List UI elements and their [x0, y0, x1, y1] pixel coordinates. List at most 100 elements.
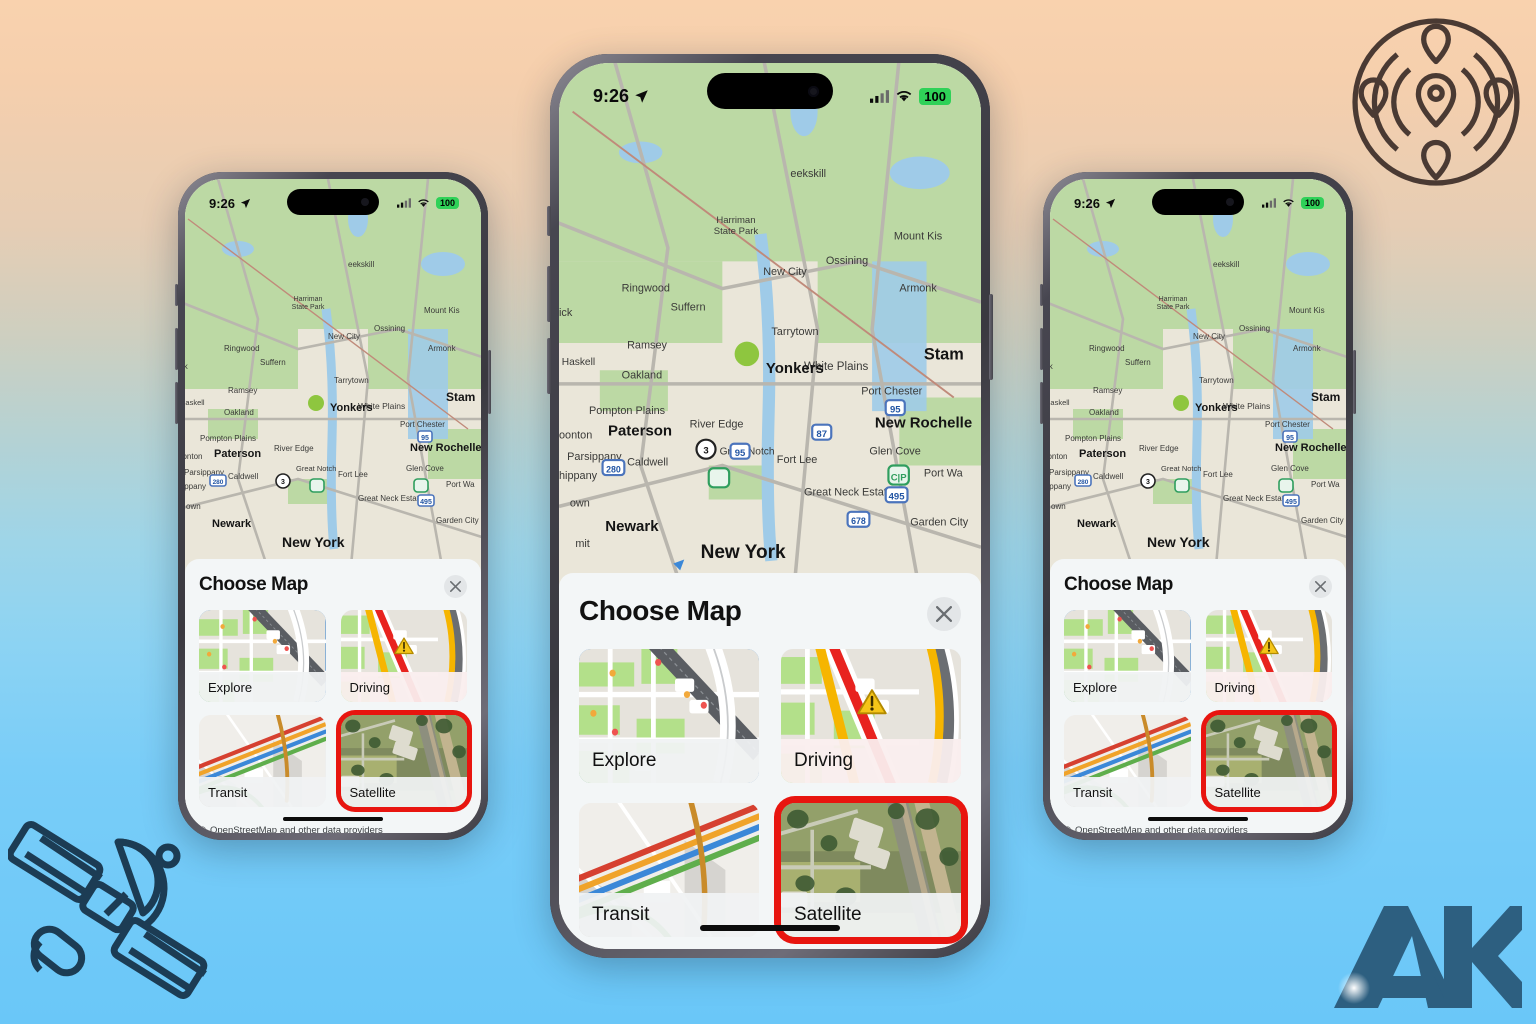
- svg-text:Oakland: Oakland: [622, 369, 663, 381]
- svg-text:State Park: State Park: [1157, 304, 1190, 311]
- svg-text:Caldwell: Caldwell: [228, 472, 258, 481]
- map-style-explore[interactable]: Explore: [579, 649, 759, 783]
- cellular-signal-icon: [396, 198, 411, 208]
- cellular-signal-icon: [870, 89, 890, 103]
- phone-left: Harriman State Park Ringwood Suffern New…: [175, 172, 491, 840]
- volume-down-button[interactable]: [547, 338, 551, 394]
- choose-map-sheet: Choose Map Explore Driving Transit Satel…: [559, 573, 981, 949]
- map-style-explore[interactable]: Explore: [1064, 610, 1191, 702]
- svg-text:Pompton Plains: Pompton Plains: [200, 434, 256, 443]
- svg-text:Mount Kis: Mount Kis: [1289, 306, 1325, 315]
- svg-text:own: own: [570, 497, 590, 509]
- status-time: 9:26: [1074, 195, 1101, 211]
- svg-text:Newark: Newark: [605, 518, 659, 535]
- volume-down-button[interactable]: [1040, 382, 1043, 424]
- page-title: Choose Map: [579, 595, 742, 626]
- svg-text:Ramsey: Ramsey: [1093, 386, 1122, 395]
- volume-up-button[interactable]: [1040, 328, 1043, 370]
- map-style-label: Explore: [1064, 672, 1191, 702]
- map-style-label: Transit: [1064, 777, 1191, 807]
- attribution-text: OpenStreetMap and other data providers: [210, 825, 383, 833]
- battery-badge: 100: [435, 197, 459, 209]
- power-button[interactable]: [488, 350, 491, 414]
- map-style-explore[interactable]: Explore: [199, 610, 326, 702]
- location-arrow-icon: [1105, 198, 1116, 208]
- map-style-transit[interactable]: Transit: [1064, 715, 1191, 807]
- svg-text:280: 280: [1078, 479, 1089, 486]
- map-style-satellite[interactable]: Satellite: [340, 715, 467, 807]
- svg-text:Caldwell: Caldwell: [627, 457, 668, 469]
- volume-up-button[interactable]: [547, 266, 551, 322]
- svg-text:Mount Kis: Mount Kis: [424, 306, 460, 315]
- attribution-link[interactable]: © OpenStreetMap and other data providers: [1064, 825, 1332, 833]
- svg-text:Ringwood: Ringwood: [224, 344, 260, 353]
- svg-text:River Edge: River Edge: [1139, 444, 1179, 453]
- svg-text:River Edge: River Edge: [690, 418, 744, 430]
- svg-text:Glen Cove: Glen Cove: [869, 446, 920, 458]
- svg-text:Armonk: Armonk: [899, 282, 937, 294]
- phone-center: Harriman State Park Ringwood Suffern New…: [547, 54, 993, 958]
- svg-text:Yonkers: Yonkers: [330, 402, 373, 414]
- attribution-link[interactable]: © OpenStreetMap and other data providers: [199, 825, 467, 833]
- svg-text:Tarrytown: Tarrytown: [1199, 376, 1234, 385]
- power-button[interactable]: [1353, 350, 1356, 414]
- svg-text:eekskill: eekskill: [1213, 260, 1239, 269]
- volume-down-button[interactable]: [175, 382, 178, 424]
- map-style-satellite[interactable]: Satellite: [1205, 715, 1332, 807]
- cellular-signal-icon: [1261, 198, 1276, 208]
- map-style-label: Driving: [1205, 672, 1332, 702]
- map-style-transit[interactable]: Transit: [579, 803, 759, 937]
- map-style-label: Satellite: [340, 777, 467, 807]
- svg-text:Haskell: Haskell: [1050, 398, 1070, 407]
- svg-text:95: 95: [890, 404, 901, 415]
- svg-text:3: 3: [1146, 479, 1150, 486]
- map-style-label: Explore: [199, 672, 326, 702]
- svg-text:Yonkers: Yonkers: [766, 360, 824, 377]
- svg-text:Suffern: Suffern: [671, 301, 706, 313]
- power-button[interactable]: [989, 294, 993, 380]
- dynamic-island: [287, 189, 379, 215]
- copyright-symbol: ©: [1064, 825, 1071, 833]
- home-indicator[interactable]: [700, 925, 840, 931]
- svg-text:Paterson: Paterson: [1079, 448, 1126, 460]
- svg-text:Haskell: Haskell: [562, 357, 595, 368]
- home-indicator[interactable]: [283, 817, 383, 821]
- map-style-driving[interactable]: Driving: [340, 610, 467, 702]
- close-button[interactable]: [444, 575, 467, 598]
- silent-switch[interactable]: [1040, 284, 1043, 306]
- phone-right: Harriman State Park Ringwood Suffern New…: [1040, 172, 1356, 840]
- volume-up-button[interactable]: [175, 328, 178, 370]
- svg-text:Mount Kis: Mount Kis: [894, 231, 943, 243]
- svg-text:95: 95: [735, 448, 746, 459]
- close-button[interactable]: [927, 597, 961, 631]
- svg-text:State Park: State Park: [292, 304, 325, 311]
- map-style-label: Explore: [579, 739, 759, 783]
- silent-switch[interactable]: [547, 206, 551, 236]
- svg-text:Tarrytown: Tarrytown: [334, 376, 369, 385]
- svg-text:Port Chester: Port Chester: [400, 420, 445, 429]
- map-style-transit[interactable]: Transit: [199, 715, 326, 807]
- front-camera-icon: [361, 198, 369, 206]
- svg-text:Great Neck Estates: Great Neck Estates: [358, 494, 427, 503]
- svg-text:Glen Cove: Glen Cove: [1271, 464, 1309, 473]
- svg-text:eekskill: eekskill: [348, 260, 374, 269]
- svg-text:hippany: hippany: [185, 482, 206, 491]
- svg-text:Ramsey: Ramsey: [228, 386, 257, 395]
- map-style-grid: Explore Driving Transit Satellite: [579, 649, 961, 937]
- svg-text:3: 3: [703, 445, 708, 456]
- svg-text:Harriman: Harriman: [1159, 296, 1188, 303]
- svg-text:Ossining: Ossining: [826, 255, 868, 267]
- home-indicator[interactable]: [1148, 817, 1248, 821]
- svg-text:eekskill: eekskill: [790, 168, 826, 180]
- map-style-driving[interactable]: Driving: [781, 649, 961, 783]
- svg-text:Suffern: Suffern: [1125, 358, 1151, 367]
- svg-text:Newark: Newark: [1077, 518, 1117, 530]
- map-style-driving[interactable]: Driving: [1205, 610, 1332, 702]
- close-button[interactable]: [1309, 575, 1332, 598]
- silent-switch[interactable]: [175, 284, 178, 306]
- svg-text:Fort Lee: Fort Lee: [1203, 470, 1233, 479]
- svg-text:hippany: hippany: [1050, 482, 1071, 491]
- svg-text:hippany: hippany: [559, 470, 598, 482]
- choose-map-sheet: Choose Map Explore Driving Transit Satel…: [1050, 559, 1346, 833]
- map-style-satellite[interactable]: Satellite: [781, 803, 961, 937]
